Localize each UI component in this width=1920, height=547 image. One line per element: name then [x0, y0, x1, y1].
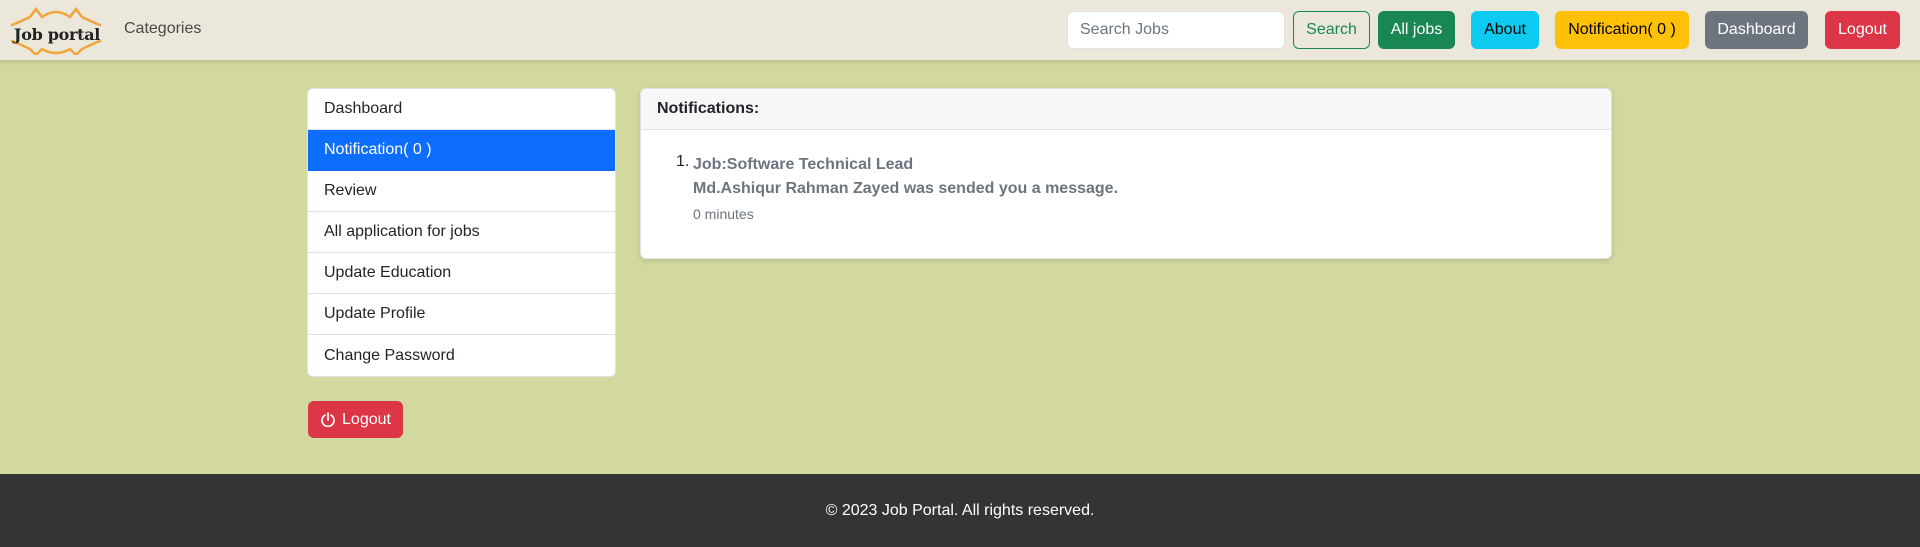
sidebar-item-update-education[interactable]: Update Education — [308, 253, 615, 294]
top-navbar: Job portal Categories Search All jobs Ab… — [0, 0, 1920, 60]
notification-message: Md.Ashiqur Rahman Zayed was sended you a… — [693, 180, 1119, 197]
dashboard-button[interactable]: Dashboard — [1705, 11, 1808, 49]
notification-number: 1. — [676, 153, 690, 170]
sidebar-item-all-applications[interactable]: All application for jobs — [308, 212, 615, 253]
notifications-card: Notifications: 1. Job:Software Technical… — [640, 88, 1612, 259]
sidebar-item-review[interactable]: Review — [308, 171, 615, 212]
sidebar-menu: Dashboard Notification( 0 ) Review All a… — [307, 88, 616, 377]
footer-copyright: © 2023 Job Portal. All rights reserved. — [825, 501, 1095, 519]
sidebar-item-change-password[interactable]: Change Password — [308, 335, 615, 376]
notification-job-title: Job:Software Technical Lead — [693, 156, 914, 173]
notification-list: 1. Job:Software Technical Lead Md.Ashiqu… — [676, 153, 1119, 224]
sidebar-logout-label: Logout — [342, 410, 391, 428]
sidebar-item-dashboard[interactable]: Dashboard — [308, 89, 615, 130]
brand-name: Job portal — [13, 25, 101, 44]
notification-item[interactable]: 1. Job:Software Technical Lead Md.Ashiqu… — [676, 153, 1119, 224]
notification-button[interactable]: Notification( 0 ) — [1555, 11, 1689, 49]
page-footer: © 2023 Job Portal. All rights reserved. — [0, 474, 1920, 547]
search-button[interactable]: Search — [1293, 11, 1370, 49]
about-button[interactable]: About — [1471, 11, 1539, 49]
notification-time: 0 minutes — [693, 206, 754, 222]
sidebar-item-notification[interactable]: Notification( 0 ) — [308, 130, 615, 171]
power-icon — [321, 411, 335, 427]
search-input[interactable] — [1067, 11, 1285, 49]
logout-button[interactable]: Logout — [1825, 11, 1900, 49]
sidebar-logout-button[interactable]: Logout — [308, 401, 403, 438]
brand-logo[interactable]: Job portal — [10, 5, 102, 55]
all-jobs-button[interactable]: All jobs — [1378, 11, 1455, 49]
sidebar-item-update-profile[interactable]: Update Profile — [308, 294, 615, 335]
nav-categories-link[interactable]: Categories — [124, 20, 201, 38]
notifications-header: Notifications: — [641, 89, 1611, 130]
